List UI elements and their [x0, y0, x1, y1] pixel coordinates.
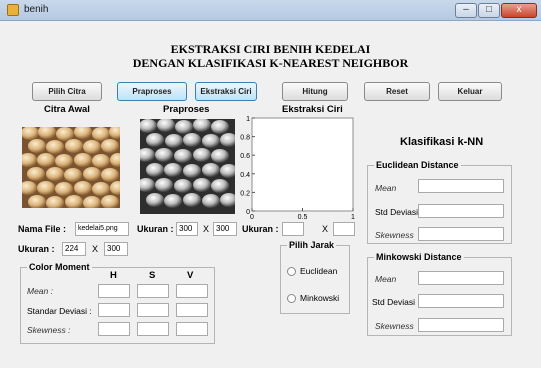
std-s-field[interactable]: [137, 303, 169, 317]
nama-file-field[interactable]: kedelai5.png: [75, 222, 129, 236]
keluar-button[interactable]: Keluar: [438, 82, 502, 101]
heading-line1: EKSTRAKSI CIRI BENIH KEDELAI: [170, 42, 371, 56]
ekstraksi-ciri-axes: 10.80.60.40.20 0 0.5 1: [240, 116, 355, 221]
ukuran-awal-x-label: X: [92, 244, 99, 254]
ukuran-awal-height-field[interactable]: 300: [104, 242, 128, 256]
reset-button[interactable]: Reset: [364, 82, 430, 101]
euclidean-skewness-label: Skewness: [375, 230, 414, 240]
ekstraksi-ciri-button[interactable]: Ekstraksi Ciri: [195, 82, 257, 101]
minkowski-skewness-label: Skewness: [375, 321, 414, 331]
color-moment-header-v: V: [187, 270, 194, 281]
minkowski-std-field[interactable]: [418, 294, 504, 308]
y-tick-label: 0.8: [240, 135, 250, 142]
knn-title: Klasifikasi k-NN: [400, 136, 484, 148]
std-v-field[interactable]: [176, 303, 208, 317]
euclidean-mean-label: Mean: [375, 183, 397, 193]
praproses-button[interactable]: Praproses: [117, 82, 187, 101]
skew-v-field[interactable]: [176, 322, 208, 336]
plot-frame: [251, 117, 354, 212]
ukuran-praproses-height-field[interactable]: 300: [213, 222, 237, 236]
color-moment-title: Color Moment: [29, 262, 90, 272]
x-tick-label: 0.5: [298, 214, 308, 221]
minkowski-mean-field[interactable]: [418, 271, 504, 285]
euclidean-radio[interactable]: [287, 267, 296, 276]
ukuran-awal-label: Ukuran :: [18, 244, 55, 254]
minkowski-radio[interactable]: [287, 294, 296, 303]
praproses-image: [140, 119, 235, 214]
skew-s-field[interactable]: [137, 322, 169, 336]
color-moment-mean-label: Mean :: [27, 286, 53, 296]
y-tick-label: 0.2: [240, 190, 250, 197]
y-tick-label: 0.6: [240, 153, 250, 160]
app-icon: [7, 4, 19, 16]
y-tick-label: 1: [246, 116, 250, 123]
pilih-jarak-title: Pilih Jarak: [289, 240, 335, 250]
maximize-button[interactable]: □: [478, 3, 500, 18]
euclidean-std-field[interactable]: [418, 204, 504, 218]
soybean-grayscale-image: [140, 119, 235, 214]
heading-line2: DENGAN KLASIFIKASI K-NEAREST NEIGHBOR: [132, 56, 409, 70]
ukuran-praproses-width-field[interactable]: 300: [176, 222, 198, 236]
color-moment-header-s: S: [149, 270, 156, 281]
color-moment-skewness-label: Skewness :: [27, 325, 71, 335]
hitung-button[interactable]: Hitung: [282, 82, 348, 101]
ukuran-praproses-x-label: X: [203, 224, 210, 234]
soybean-color-image: [22, 127, 120, 208]
y-tick-label: 0.4: [240, 172, 250, 179]
minimize-button[interactable]: –: [455, 3, 477, 18]
ukuran-ekstraksi-label: Ukuran :: [242, 224, 279, 234]
window-title: benih: [24, 4, 49, 15]
citra-awal-image: [22, 127, 120, 208]
minkowski-mean-label: Mean: [375, 274, 397, 284]
ukuran-ekstraksi-height-field[interactable]: [333, 222, 355, 236]
color-moment-std-label: Standar Deviasi :: [27, 306, 92, 316]
skew-h-field[interactable]: [98, 322, 130, 336]
mean-s-field[interactable]: [137, 284, 169, 298]
ukuran-ekstraksi-width-field[interactable]: [282, 222, 304, 236]
minkowski-distance-title: Minkowski Distance: [376, 252, 462, 262]
ekstraksi-ciri-plot-area: 1 0.8 0.6 0.4 0.2 0 0 0.5 1: [235, 114, 361, 226]
std-h-field[interactable]: [98, 303, 130, 317]
praproses-label: Praproses: [163, 104, 210, 115]
minkowski-skewness-field[interactable]: [418, 318, 504, 332]
color-moment-header-h: H: [110, 270, 117, 281]
euclidean-distance-title: Euclidean Distance: [376, 160, 459, 170]
nama-file-label: Nama File :: [18, 224, 67, 234]
ukuran-awal-width-field[interactable]: 224: [62, 242, 86, 256]
euclidean-radio-label[interactable]: Euclidean: [300, 266, 337, 276]
mean-h-field[interactable]: [98, 284, 130, 298]
citra-awal-label: Citra Awal: [44, 104, 90, 115]
minkowski-std-label: Std Deviasi: [372, 297, 415, 307]
euclidean-std-label: Std Deviasi: [375, 207, 418, 217]
close-button[interactable]: x: [501, 3, 537, 18]
minkowski-radio-label[interactable]: Minkowski: [300, 293, 339, 303]
x-tick-label: 0: [250, 214, 254, 221]
mean-v-field[interactable]: [176, 284, 208, 298]
x-tick-label: 1: [351, 214, 355, 221]
ukuran-ekstraksi-x-label: X: [322, 224, 329, 234]
ukuran-praproses-label: Ukuran :: [137, 224, 174, 234]
euclidean-skewness-field[interactable]: [418, 227, 504, 241]
pilih-citra-button[interactable]: Pilih Citra: [32, 82, 102, 101]
euclidean-mean-field[interactable]: [418, 179, 504, 193]
